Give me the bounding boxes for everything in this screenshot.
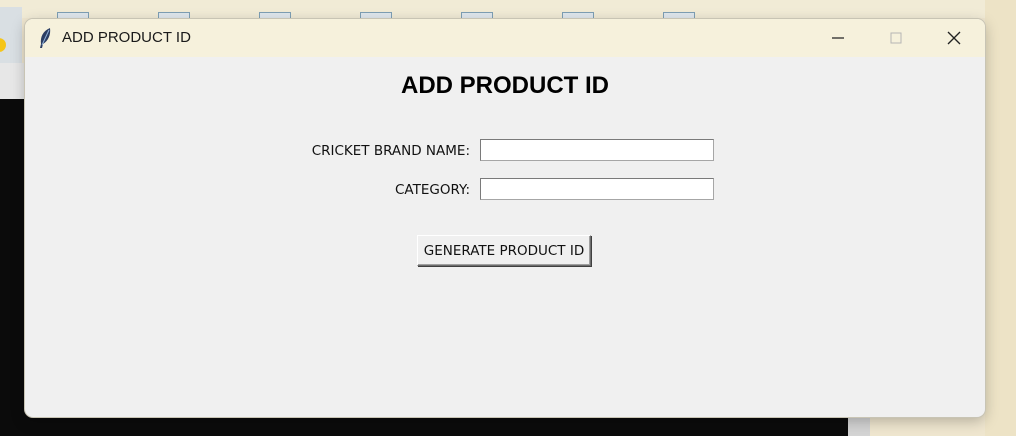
page-heading: ADD PRODUCT ID [401, 72, 609, 99]
feather-icon [37, 27, 53, 49]
generate-product-id-button[interactable]: GENERATE PRODUCT ID [417, 235, 591, 266]
minimize-icon [831, 31, 845, 45]
maximize-button [867, 19, 925, 57]
title-bar[interactable]: ADD PRODUCT ID [25, 19, 985, 57]
minimize-button[interactable] [809, 19, 867, 57]
desktop-right-edge [985, 0, 1016, 436]
category-input[interactable] [480, 178, 714, 200]
brand-name-input[interactable] [480, 139, 714, 161]
close-icon [947, 31, 961, 45]
maximize-icon [889, 31, 903, 45]
desktop-background [0, 0, 1016, 18]
category-label: CATEGORY: [395, 182, 470, 198]
window-title: ADD PRODUCT ID [62, 29, 191, 46]
close-button[interactable] [925, 19, 983, 57]
add-product-id-window: ADD PRODUCT ID ADD PRODUCT ID CRICKET BR… [25, 19, 985, 417]
brand-name-label: CRICKET BRAND NAME: [311, 143, 470, 159]
background-window-edge [0, 7, 22, 63]
background-window-toolbar [0, 63, 26, 99]
